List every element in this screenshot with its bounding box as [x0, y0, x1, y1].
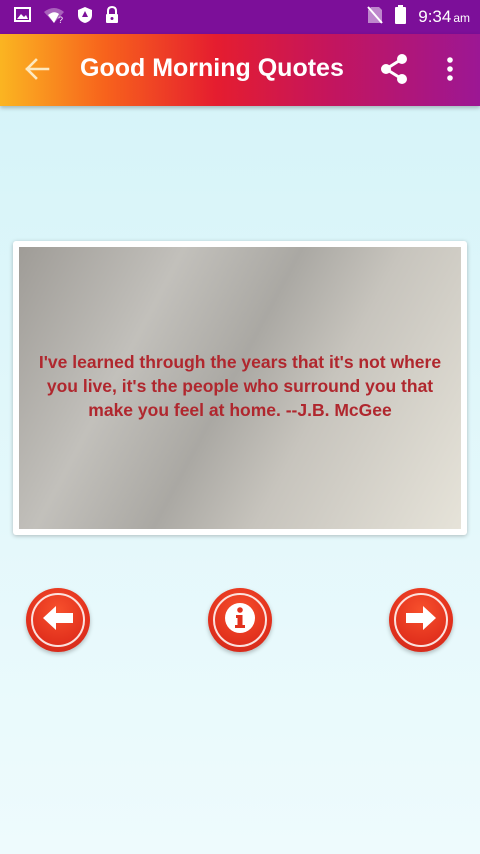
next-button-ring	[394, 593, 448, 647]
share-icon	[379, 53, 409, 90]
quote-card: I've learned through the years that it's…	[13, 241, 467, 535]
svg-text:?: ?	[58, 15, 63, 24]
share-button[interactable]	[376, 53, 412, 90]
image-icon	[14, 7, 31, 27]
shield-icon	[77, 6, 93, 29]
back-arrow-icon	[24, 57, 50, 86]
lock-icon	[105, 5, 119, 29]
previous-button-ring	[31, 593, 85, 647]
arrow-left-icon	[41, 604, 75, 637]
battery-icon	[395, 5, 407, 29]
app-bar: Good Morning Quotes	[0, 34, 480, 106]
back-button[interactable]	[20, 56, 54, 86]
quote-text: I've learned through the years that it's…	[38, 351, 442, 420]
status-bar-right: 9:34 am	[367, 5, 470, 29]
quote-background: I've learned through the years that it's…	[19, 247, 461, 529]
info-button[interactable]	[208, 588, 272, 652]
no-sim-icon	[367, 5, 383, 29]
previous-button[interactable]	[26, 588, 90, 652]
status-bar-left: ?	[14, 5, 119, 29]
status-bar: ? 9:34 am	[0, 0, 480, 34]
next-button[interactable]	[389, 588, 453, 652]
status-time: 9:34 am	[418, 7, 470, 26]
more-vert-icon	[446, 56, 454, 87]
info-button-ring	[213, 593, 267, 647]
arrow-right-icon	[404, 604, 438, 637]
info-icon	[222, 600, 258, 641]
more-options-button[interactable]	[436, 54, 464, 88]
wifi-question-icon: ?	[43, 6, 65, 29]
page-title: Good Morning Quotes	[80, 54, 344, 82]
